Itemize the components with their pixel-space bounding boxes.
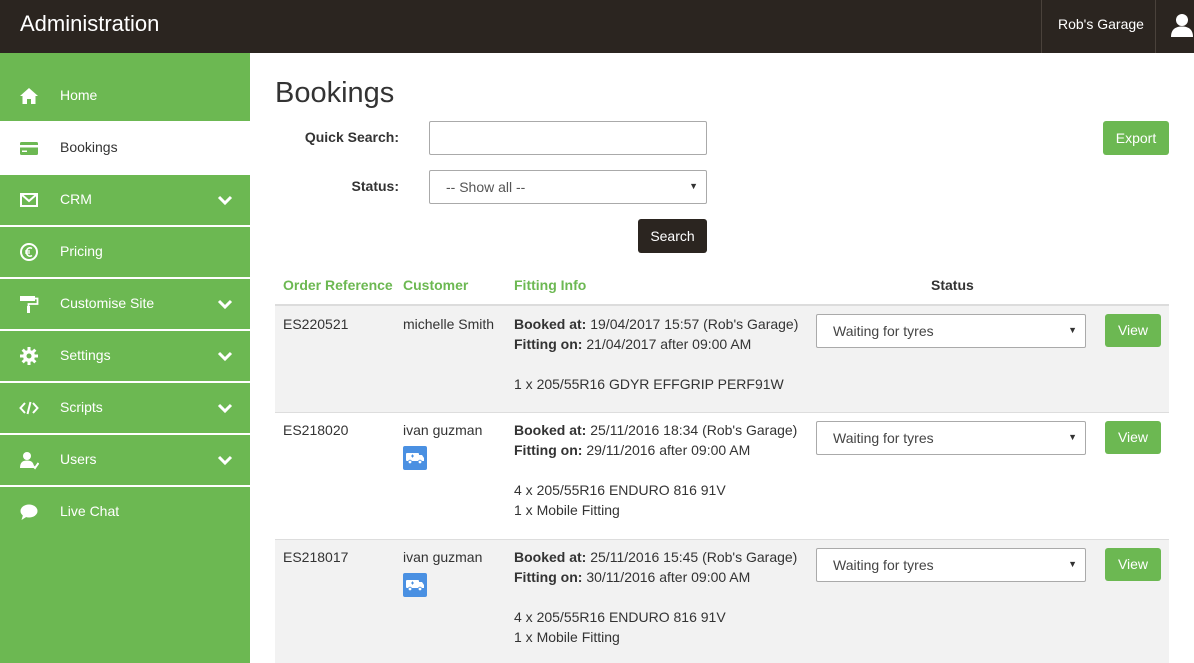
fitting-item: 4 x 205/55R16 ENDURO 816 91V — [514, 609, 726, 625]
booked-at-line: Booked at: 25/11/2016 15:45 (Rob's Garag… — [514, 547, 797, 567]
chevron-down-icon — [217, 403, 233, 414]
dropdown-arrow-icon: ▼ — [1068, 559, 1077, 569]
home-icon — [20, 88, 38, 104]
fitting-on-value: 30/11/2016 after 09:00 AM — [586, 569, 751, 585]
column-header-status: Status — [931, 277, 974, 293]
fitting-item: 1 x 205/55R16 GDYR EFFGRIP PERF91W — [514, 376, 784, 392]
view-button[interactable]: View — [1105, 314, 1161, 347]
fitting-on-value: 21/04/2017 after 09:00 AM — [586, 336, 752, 352]
chevron-down-icon — [217, 351, 233, 362]
fitting-item: 4 x 205/55R16 ENDURO 816 91V — [514, 482, 726, 498]
booked-at-value: 19/04/2017 15:57 (Rob's Garage) — [590, 316, 799, 332]
booked-at-value: 25/11/2016 15:45 (Rob's Garage) — [590, 549, 798, 565]
mobile-fitting-van-icon — [403, 446, 427, 470]
user-menu-button[interactable] — [1155, 0, 1194, 53]
sidebar-item-bookings[interactable]: Bookings — [0, 123, 250, 173]
fitting-item: 1 x Mobile Fitting — [514, 502, 620, 518]
gear-icon — [20, 347, 38, 365]
card-icon — [20, 142, 38, 155]
dropdown-arrow-icon: ▼ — [1068, 432, 1077, 442]
table-row: ES218020 ivan guzman Booked at: 25/11/20… — [275, 413, 1169, 540]
column-header-customer[interactable]: Customer — [403, 277, 468, 293]
sidebar-item-label: Users — [60, 451, 97, 467]
paint-roller-icon — [20, 296, 39, 313]
sidebar-item-customise-site[interactable]: Customise Site — [0, 279, 250, 329]
booking-status-select[interactable]: Waiting for tyres ▼ — [816, 421, 1086, 455]
dropdown-arrow-icon: ▼ — [689, 181, 698, 191]
fitting-on-line: Fitting on: 29/11/2016 after 09:00 AM — [514, 440, 750, 460]
sidebar-item-label: Customise Site — [60, 295, 155, 311]
view-button[interactable]: View — [1105, 548, 1161, 581]
booking-status-value: Waiting for tyres — [833, 557, 934, 573]
booking-status-value: Waiting for tyres — [833, 430, 934, 446]
sidebar-item-home[interactable]: Home — [0, 71, 250, 121]
sidebar-item-label: Pricing — [60, 243, 103, 259]
customer-name: ivan guzman — [403, 422, 483, 438]
order-reference[interactable]: ES220521 — [283, 314, 348, 334]
sidebar-item-label: Bookings — [60, 139, 118, 155]
booked-at-line: Booked at: 19/04/2017 15:57 (Rob's Garag… — [514, 314, 798, 334]
quick-search-input[interactable] — [429, 121, 707, 155]
sidebar-item-pricing[interactable]: Pricing — [0, 227, 250, 277]
envelope-icon — [20, 193, 38, 207]
chevron-down-icon — [217, 299, 233, 310]
mobile-fitting-van-icon — [403, 573, 427, 597]
booked-at-line: Booked at: 25/11/2016 18:34 (Rob's Garag… — [514, 420, 797, 440]
sidebar-item-label: Scripts — [60, 399, 103, 415]
sidebar-item-scripts[interactable]: Scripts — [0, 383, 250, 433]
fitting-on-line: Fitting on: 30/11/2016 after 09:00 AM — [514, 567, 750, 587]
order-reference[interactable]: ES218017 — [283, 547, 348, 567]
dropdown-arrow-icon: ▼ — [1068, 325, 1077, 335]
top-bar: Administration Rob's Garage — [0, 0, 1194, 53]
fitting-on-label: Fitting on: — [514, 569, 583, 585]
table-row: ES218017 ivan guzman Booked at: 25/11/20… — [275, 540, 1169, 663]
sidebar-item-label: CRM — [60, 191, 92, 207]
customer-name: ivan guzman — [403, 549, 483, 565]
code-icon — [19, 401, 39, 415]
fitting-on-label: Fitting on: — [514, 336, 583, 352]
booked-at-label: Booked at: — [514, 422, 587, 438]
users-icon — [20, 452, 39, 470]
table-row: ES220521 michelle Smith Booked at: 19/04… — [275, 306, 1169, 413]
sidebar: Home Bookings CRM Pricing Customise Site… — [0, 53, 250, 663]
status-filter-label: Status: — [351, 178, 399, 194]
column-header-order-reference[interactable]: Order Reference — [283, 277, 393, 293]
status-filter-select[interactable]: -- Show all -- ▼ — [429, 170, 707, 204]
chevron-down-icon — [217, 455, 233, 466]
export-button[interactable]: Export — [1103, 121, 1169, 155]
booking-status-select[interactable]: Waiting for tyres ▼ — [816, 314, 1086, 348]
fitting-on-line: Fitting on: 21/04/2017 after 09:00 AM — [514, 334, 751, 354]
sidebar-item-label: Live Chat — [60, 503, 120, 519]
sidebar-item-label: Home — [60, 87, 98, 103]
booked-at-value: 25/11/2016 18:34 (Rob's Garage) — [590, 422, 798, 438]
user-icon — [1171, 14, 1193, 37]
booking-status-value: Waiting for tyres — [833, 323, 934, 339]
booked-at-label: Booked at: — [514, 549, 587, 565]
column-header-fitting-info[interactable]: Fitting Info — [514, 277, 586, 293]
sidebar-item-settings[interactable]: Settings — [0, 331, 250, 381]
status-filter-value: -- Show all -- — [446, 179, 526, 195]
fitting-on-value: 29/11/2016 after 09:00 AM — [586, 442, 751, 458]
fitting-on-label: Fitting on: — [514, 442, 583, 458]
booking-status-select[interactable]: Waiting for tyres ▼ — [816, 548, 1086, 582]
booked-at-label: Booked at: — [514, 316, 587, 332]
euro-icon — [20, 243, 38, 261]
quick-search-label: Quick Search: — [304, 129, 399, 145]
garage-name-menu[interactable]: Rob's Garage — [1041, 0, 1160, 53]
page-title: Bookings — [275, 77, 395, 109]
sidebar-item-label: Settings — [60, 347, 111, 363]
sidebar-item-users[interactable]: Users — [0, 435, 250, 485]
fitting-item: 1 x Mobile Fitting — [514, 629, 620, 645]
view-button[interactable]: View — [1105, 421, 1161, 454]
chat-bubble-icon — [20, 504, 38, 520]
app-title: Administration — [20, 11, 160, 36]
sidebar-item-crm[interactable]: CRM — [0, 175, 250, 225]
chevron-down-icon — [217, 195, 233, 206]
search-button[interactable]: Search — [638, 219, 707, 253]
order-reference[interactable]: ES218020 — [283, 420, 348, 440]
customer-name: michelle Smith — [403, 316, 495, 332]
sidebar-item-live-chat[interactable]: Live Chat — [0, 487, 250, 537]
